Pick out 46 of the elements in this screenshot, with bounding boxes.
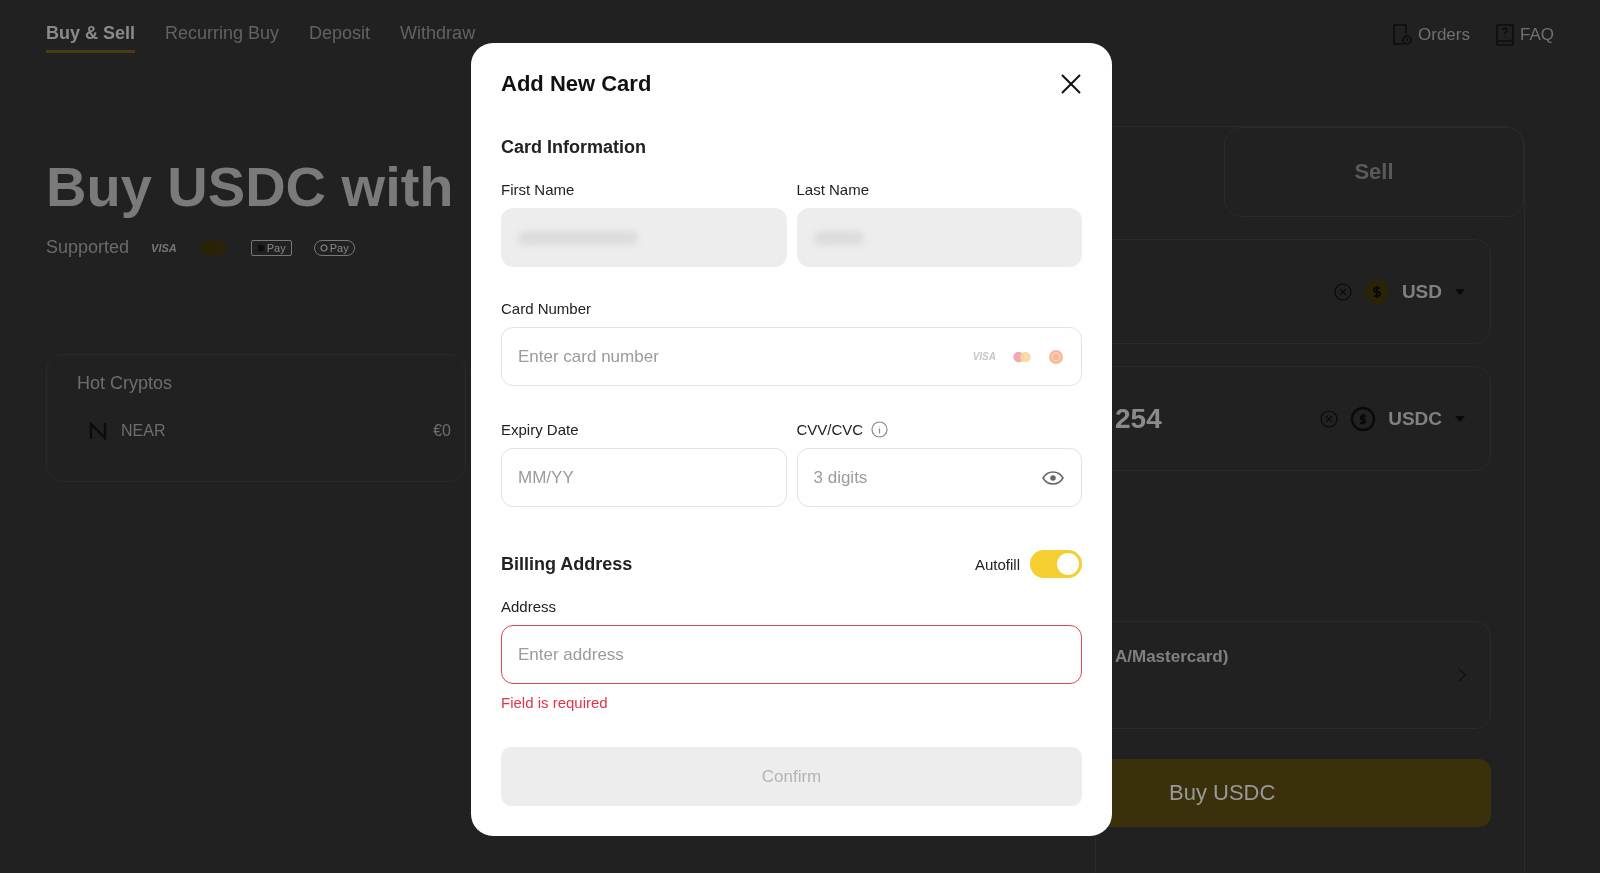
- cvv-field[interactable]: 3 digits: [796, 448, 1082, 507]
- nav-tab[interactable]: Withdraw: [400, 23, 476, 53]
- toggle-label: Autofill: [974, 555, 1020, 573]
- section-title: Billing Address: [501, 553, 634, 575]
- amount-value: 254: [1115, 402, 1163, 435]
- currency-label: USDC: [1388, 407, 1442, 430]
- visa-logo: VISA: [972, 351, 996, 362]
- card-brand-icon: [198, 238, 229, 257]
- nav-tab[interactable]: Deposit: [309, 23, 371, 53]
- page-heading: Buy USDC with: [46, 154, 455, 219]
- dialog-title: Add New Card: [501, 71, 652, 97]
- nav-tab[interactable]: Buy & Sell: [46, 23, 136, 53]
- caret-icon: [1454, 414, 1466, 423]
- eye-icon[interactable]: [1042, 470, 1064, 485]
- nav-tab[interactable]: Recurring Buy: [165, 23, 280, 53]
- top-link[interactable]: Orders: [1392, 24, 1470, 52]
- dollar-coin-icon: [1363, 278, 1390, 305]
- crypto-value: €0: [433, 422, 451, 440]
- field-label: Address: [501, 597, 558, 615]
- crypto-name: NEAR: [121, 422, 167, 440]
- field-label: First Name: [501, 180, 576, 198]
- section-title: Card Information: [501, 137, 647, 158]
- card-title: Hot Cryptos: [77, 373, 174, 394]
- autofill-toggle[interactable]: [1030, 550, 1082, 578]
- payment-method-label: A/Mastercard): [1115, 647, 1230, 667]
- field-label: Card Number: [501, 299, 593, 317]
- info-icon: [871, 420, 889, 438]
- close-button[interactable]: [1060, 73, 1082, 95]
- apple-pay-logo: Pay: [250, 239, 292, 256]
- visa-logo: VISA: [151, 241, 177, 254]
- card-brand-icon: [1012, 349, 1032, 364]
- field-label: Last Name: [796, 180, 871, 198]
- address-field[interactable]: Enter address: [501, 625, 1082, 684]
- supported-label: Supported: [46, 237, 130, 258]
- name-field[interactable]: [796, 208, 1082, 267]
- field-label: Expiry Date: [501, 420, 580, 438]
- sell-tab[interactable]: Sell: [1224, 127, 1524, 217]
- coin-icon: [1350, 405, 1377, 432]
- currency-label: USD: [1401, 280, 1442, 303]
- card-brand-icon: [1048, 348, 1064, 365]
- name-field[interactable]: [501, 208, 787, 267]
- error-message: Field is required: [501, 694, 609, 711]
- top-link[interactable]: FAQ: [1496, 24, 1554, 52]
- field-label: CVV/CVC: [796, 420, 1082, 438]
- expiry-field[interactable]: MM/YY: [501, 448, 787, 507]
- caret-icon: [1454, 287, 1466, 296]
